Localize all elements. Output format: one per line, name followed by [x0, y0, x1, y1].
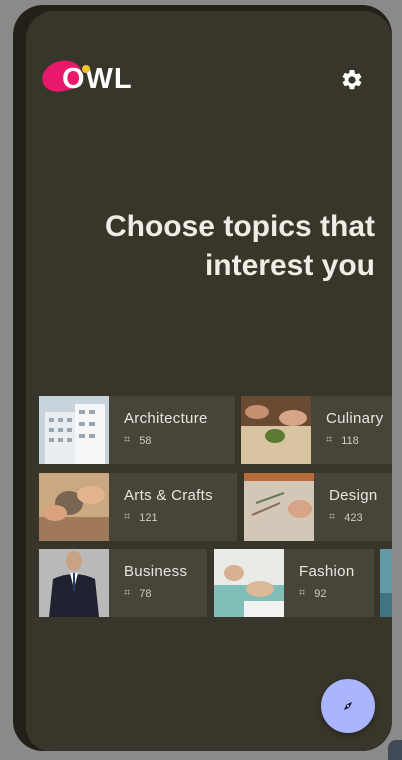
topic-row-1: Architecture ⌗ 58 Culinary ⌗ 118 [39, 396, 392, 464]
hashtag-icon: ⌗ [329, 511, 336, 523]
logo-eye [82, 65, 90, 73]
topic-name: Architecture [124, 410, 208, 427]
topic-count: 121 [139, 511, 158, 524]
topic-count-row: ⌗ 118 [326, 434, 383, 447]
topic-count-row: ⌗ 58 [124, 434, 208, 447]
business-thumbnail [39, 549, 109, 617]
page-title-line2: interest you [204, 249, 375, 282]
settings-button[interactable] [340, 68, 364, 92]
topic-name: Design [329, 487, 378, 504]
system-corner [388, 740, 402, 760]
hashtag-icon: ⌗ [299, 587, 306, 599]
topic-row-3: Business ⌗ 78 Fashion ⌗ 92 [39, 549, 392, 617]
topic-chip-arts-crafts[interactable]: Arts & Crafts ⌗ 121 [39, 473, 237, 541]
topic-count-row: ⌗ 423 [329, 511, 378, 524]
topic-chip-fashion[interactable]: Fashion ⌗ 92 [214, 549, 374, 617]
status-bar [26, 11, 392, 37]
topic-chip-culinary[interactable]: Culinary ⌗ 118 [241, 396, 392, 464]
arts-crafts-thumbnail [39, 473, 109, 541]
topic-name: Business [124, 563, 188, 580]
fashion-thumbnail [214, 549, 284, 617]
topic-chip-design[interactable]: Design ⌗ 423 [244, 473, 392, 541]
hashtag-icon: ⌗ [124, 511, 131, 523]
topic-count-row: ⌗ 121 [124, 511, 213, 524]
page-title: Choose topics that interest you [45, 207, 375, 285]
logo-text: OWL [62, 63, 133, 95]
topic-name: Arts & Crafts [124, 487, 213, 504]
owl-logo: OWL [39, 55, 152, 99]
hashtag-icon: ⌗ [124, 587, 131, 599]
gear-icon [342, 69, 362, 90]
hashtag-icon: ⌗ [326, 434, 333, 446]
architecture-thumbnail [39, 396, 109, 464]
topic-count: 92 [314, 587, 327, 600]
topic-count: 78 [139, 587, 152, 600]
design-thumbnail [244, 473, 314, 541]
culinary-thumbnail [241, 396, 311, 464]
compass-icon [343, 701, 353, 711]
topic-name: Fashion [299, 563, 355, 580]
page-title-line1: Choose topics that [104, 210, 375, 243]
partial-thumbnail [380, 549, 392, 617]
app-screen: OWL Choose topics that interest you Arch… [26, 11, 392, 751]
topic-count-row: ⌗ 92 [299, 587, 354, 600]
topic-row-2: Arts & Crafts ⌗ 121 Design ⌗ 423 [39, 473, 392, 541]
topic-count: 118 [341, 434, 359, 447]
topic-chip-partial[interactable] [380, 549, 392, 617]
topic-name: Culinary [326, 410, 384, 427]
topic-chip-architecture[interactable]: Architecture ⌗ 58 [39, 396, 235, 464]
phone-frame: OWL Choose topics that interest you Arch… [13, 5, 392, 751]
topic-count-row: ⌗ 78 [124, 587, 187, 600]
hashtag-icon: ⌗ [124, 434, 131, 446]
topic-chip-business[interactable]: Business ⌗ 78 [39, 549, 207, 617]
topic-count: 58 [139, 434, 152, 447]
topic-count: 423 [344, 511, 363, 524]
explore-button[interactable] [321, 679, 375, 733]
